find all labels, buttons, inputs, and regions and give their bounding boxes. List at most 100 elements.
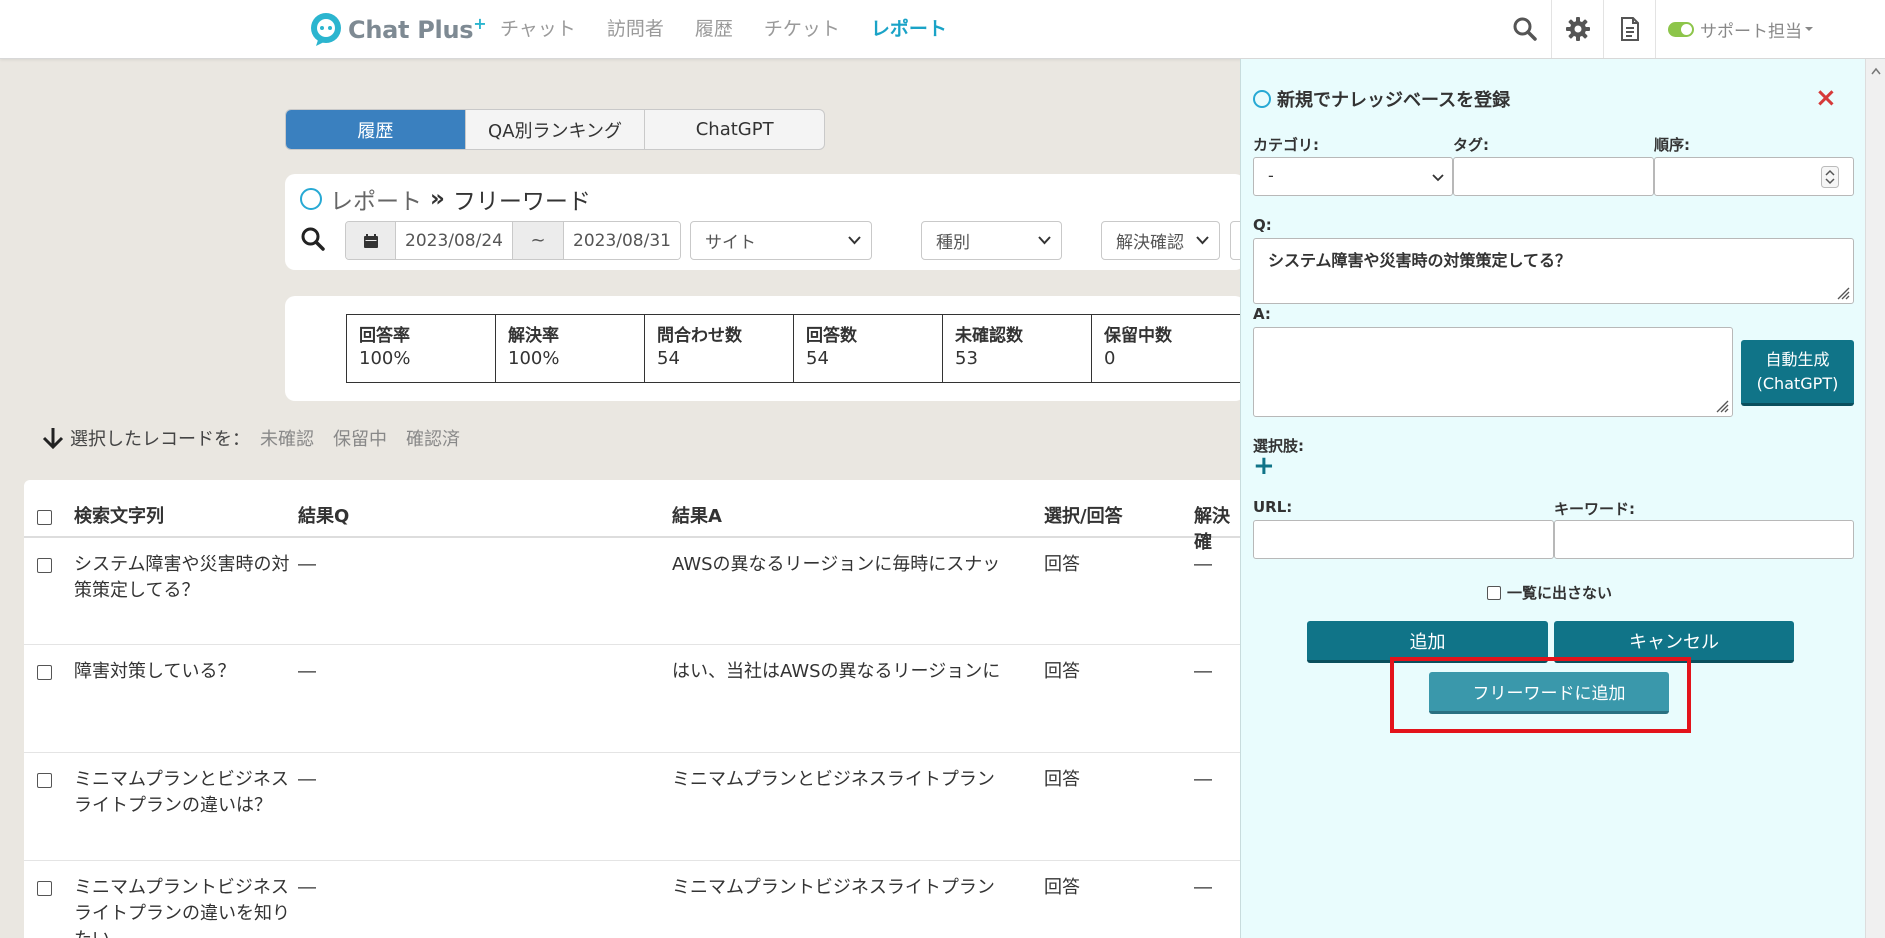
panel-title-text: 新規でナレッジベースを登録 [1277, 90, 1511, 111]
table-row[interactable]: ミニマムプラントビジネスライトプランの違いを知りたい ― ミニマムプラントビジネ… [24, 861, 1245, 938]
hide-from-list-label: 一覧に出さない [1507, 584, 1613, 602]
row-result-a: ミニマムプラントビジネスライトプラン [672, 877, 995, 898]
answer-textarea[interactable] [1253, 327, 1733, 417]
table-header: 検索文字列 結果Q 結果A 選択/回答 解決確 [24, 480, 1245, 553]
date-separator: ~ [512, 222, 564, 259]
row-checkbox[interactable] [37, 773, 52, 788]
spinner-arrows-icon[interactable] [1821, 166, 1839, 188]
stat-label: 回答率 [359, 326, 410, 346]
order-label: 順序: [1654, 136, 1690, 154]
autogenerate-sublabel: (ChatGPT) [1756, 373, 1839, 393]
stat-value: 54 [806, 348, 829, 369]
category-select[interactable]: - [1253, 157, 1453, 196]
keyword-input[interactable] [1554, 520, 1854, 559]
url-input[interactable] [1253, 520, 1554, 559]
panel-scrollbar[interactable] [1865, 59, 1885, 938]
bulk-label: 選択したレコードを： [70, 429, 250, 450]
resolve-select-value: 解決確認 [1116, 233, 1184, 253]
resolve-select[interactable]: 解決確認 [1101, 221, 1220, 260]
stat-inquiries: 問合わせ数 54 [644, 314, 794, 383]
row-resolve: ― [1194, 661, 1212, 682]
arrow-down-icon [42, 428, 64, 450]
chevron-down-icon [1038, 236, 1051, 245]
stat-label: 保留中数 [1104, 326, 1172, 346]
scroll-up-icon[interactable] [1871, 67, 1881, 75]
keyword-label: キーワード: [1554, 500, 1635, 518]
table-row[interactable]: ミニマムプランとビジネスライトプランの違いは？ ― ミニマムプランとビジネスライ… [24, 753, 1245, 861]
records-table: 検索文字列 結果Q 結果A 選択/回答 解決確 システム障害や災害時の対策策定し… [24, 480, 1245, 938]
header-result-q[interactable]: 結果Q [298, 504, 349, 530]
stat-label: 解決率 [508, 326, 559, 346]
nav-item-visitors[interactable]: 訪問者 [607, 14, 664, 41]
online-toggle[interactable] [1668, 21, 1694, 37]
add-choice-icon[interactable]: + [1253, 453, 1275, 479]
resize-handle-icon[interactable] [1834, 284, 1850, 300]
row-result-q: ― [298, 877, 316, 898]
stat-value: 54 [657, 348, 680, 369]
breadcrumb-parent[interactable]: レポート [330, 182, 422, 216]
tab-qa-ranking[interactable]: QA別ランキング [464, 110, 645, 149]
hide-from-list-checkbox[interactable] [1487, 585, 1501, 600]
autogenerate-chatgpt-button[interactable]: 自動生成 (ChatGPT) [1741, 340, 1854, 406]
autogenerate-label: 自動生成 [1765, 349, 1830, 369]
category-label: カテゴリ: [1253, 136, 1319, 154]
circle-icon [300, 188, 322, 210]
question-textarea[interactable]: システム障害や災害時の対策策定してる？ [1253, 238, 1854, 304]
stats-row: 回答率 100% 解決率 100% 問合わせ数 54 回答数 54 未確認数 5… [346, 314, 1241, 383]
site-select[interactable]: サイト [690, 221, 872, 260]
header-result-a[interactable]: 結果A [672, 504, 1042, 530]
q-label: Q: [1253, 216, 1272, 234]
order-input[interactable] [1654, 157, 1854, 196]
table-row[interactable]: システム障害や災害時の対策策定してる？ ― AWSの異なるリージョンに毎時にスナ… [24, 538, 1245, 645]
select-all-checkbox[interactable] [37, 510, 52, 525]
stat-value: 0 [1104, 348, 1116, 369]
tag-input[interactable] [1453, 157, 1654, 196]
bulk-unconfirmed-link[interactable]: 未確認 [260, 425, 314, 451]
calendar-button[interactable] [346, 222, 396, 259]
document-button[interactable] [1603, 0, 1655, 58]
date-from-input[interactable]: 2023/08/24 [396, 222, 512, 259]
row-checkbox[interactable] [37, 558, 52, 573]
table-row[interactable]: 障害対策している？ ― はい、当社はAWSの異なるリージョンに 回答 ― [24, 645, 1245, 753]
caret-down-icon [1805, 27, 1813, 31]
row-select-answer: 回答 [1044, 769, 1080, 790]
nav-item-history[interactable]: 履歴 [695, 14, 733, 41]
knowledge-base-panel: 新規でナレッジベースを登録 × カテゴリ: タグ: 順序: - Q: システム障… [1240, 59, 1885, 938]
hide-from-list-option[interactable]: 一覧に出さない [1487, 582, 1612, 603]
search-filter-button[interactable] [300, 226, 326, 257]
row-result-a: AWSの異なるリージョンに毎時にスナッ [672, 554, 1001, 575]
nav-item-tickets[interactable]: チケット [764, 14, 840, 41]
filter-card: レポート » フリーワード 2023/08/24 ~ 2023/08/31 サイ… [285, 174, 1260, 270]
row-result-a: はい、当社はAWSの異なるリージョンに [672, 661, 1001, 682]
stat-value: 53 [955, 348, 978, 369]
agent-name-label: サポート担当 [1700, 21, 1802, 42]
panel-title: 新規でナレッジベースを登録 [1253, 86, 1510, 112]
header-select-answer[interactable]: 選択/回答 [1044, 504, 1123, 530]
resize-handle-icon[interactable] [1713, 397, 1729, 413]
settings-button[interactable] [1551, 0, 1603, 58]
date-to-input[interactable]: 2023/08/31 [564, 222, 680, 259]
row-checkbox[interactable] [37, 881, 52, 896]
row-resolve: ― [1194, 769, 1212, 790]
category-value: - [1268, 166, 1274, 185]
chevron-down-icon [1196, 236, 1209, 245]
agent-status-dropdown[interactable]: サポート担当 [1655, 0, 1885, 58]
tab-history[interactable]: 履歴 [286, 110, 465, 149]
close-icon[interactable]: × [1815, 83, 1837, 113]
nav-item-reports[interactable]: レポート [871, 14, 947, 41]
document-icon [1620, 17, 1639, 41]
nav-item-chat[interactable]: チャット [500, 14, 576, 41]
bulk-confirmed-link[interactable]: 確認済 [406, 425, 460, 451]
a-label: A: [1253, 305, 1271, 323]
report-tabs: 履歴 QA別ランキング ChatGPT [285, 109, 825, 150]
tab-chatgpt[interactable]: ChatGPT [644, 110, 824, 149]
stat-answers: 回答数 54 [793, 314, 943, 383]
stat-label: 回答数 [806, 326, 857, 346]
row-select-answer: 回答 [1044, 877, 1080, 898]
header-query[interactable]: 検索文字列 [74, 504, 296, 530]
bulk-on-hold-link[interactable]: 保留中 [333, 425, 387, 451]
row-checkbox[interactable] [37, 665, 52, 680]
type-select[interactable]: 種別 [921, 221, 1062, 260]
search-button[interactable] [1499, 0, 1551, 58]
chatplus-logo[interactable]: Chat Plus+ [308, 9, 487, 49]
